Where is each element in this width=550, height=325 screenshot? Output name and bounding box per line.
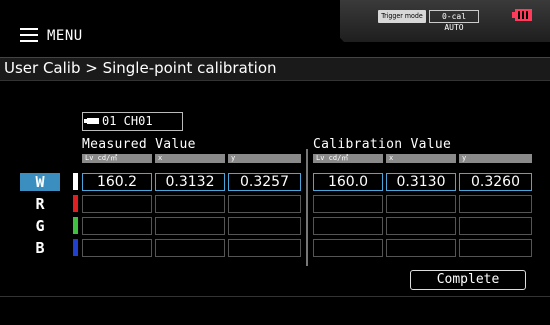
measured-col-y: y	[228, 154, 301, 163]
measured-x-r[interactable]	[155, 195, 225, 213]
battery-icon	[512, 9, 532, 21]
calibration-col-x: x	[386, 154, 456, 163]
measured-lv-b[interactable]	[82, 239, 152, 257]
measured-col-x: x	[155, 154, 225, 163]
measured-x-g[interactable]	[155, 217, 225, 235]
calibration-y-r[interactable]	[459, 195, 532, 213]
calibration-x-g[interactable]	[386, 217, 456, 235]
measured-lv-w[interactable]: 160.2	[82, 173, 152, 191]
measured-y-w[interactable]: 0.3257	[228, 173, 301, 191]
swatch-red	[73, 195, 78, 212]
section-divider	[306, 149, 308, 266]
calibration-col-lv: Lv cd/㎡	[313, 154, 383, 163]
trigger-mode-badge: Trigger mode	[378, 10, 426, 23]
calibration-y-g[interactable]	[459, 217, 532, 235]
calibration-x-r[interactable]	[386, 195, 456, 213]
probe-icon	[84, 118, 99, 124]
measured-y-g[interactable]	[228, 217, 301, 235]
measured-x-b[interactable]	[155, 239, 225, 257]
measured-lv-r[interactable]	[82, 195, 152, 213]
complete-button[interactable]: Complete	[410, 270, 526, 290]
breadcrumb-text: User Calib > Single-point calibration	[4, 59, 277, 77]
bottom-divider	[0, 296, 550, 297]
calibration-lv-g[interactable]	[313, 217, 383, 235]
calibration-y-b[interactable]	[459, 239, 532, 257]
swatch-blue	[73, 239, 78, 256]
swatch-white	[73, 173, 78, 190]
zero-cal-badge: 0-cal AUTO	[429, 10, 479, 32]
row-label-g: G	[35, 217, 45, 235]
breadcrumb: User Calib > Single-point calibration	[0, 57, 550, 81]
measured-x-w[interactable]: 0.3132	[155, 173, 225, 191]
measured-col-lv: Lv cd/㎡	[82, 154, 152, 163]
calibration-x-w[interactable]: 0.3130	[386, 173, 456, 191]
calibration-lv-b[interactable]	[313, 239, 383, 257]
calibration-y-w[interactable]: 0.3260	[459, 173, 532, 191]
row-label-b: B	[35, 239, 45, 257]
menu-label[interactable]: MENU	[47, 28, 83, 44]
calibration-value-title: Calibration Value	[313, 137, 452, 152]
calibration-lv-w[interactable]: 160.0	[313, 173, 383, 191]
calibration-lv-r[interactable]	[313, 195, 383, 213]
probe-channel-selector[interactable]: 01 CH01	[82, 112, 183, 131]
measured-value-title: Measured Value	[82, 137, 196, 152]
calibration-x-b[interactable]	[386, 239, 456, 257]
row-label-r: R	[35, 195, 45, 213]
probe-channel-label: 01 CH01	[102, 114, 153, 128]
measured-lv-g[interactable]	[82, 217, 152, 235]
calibration-col-y: y	[459, 154, 532, 163]
menu-icon[interactable]	[20, 28, 38, 42]
swatch-green	[73, 217, 78, 234]
measured-y-b[interactable]	[228, 239, 301, 257]
row-label-w: W	[20, 173, 60, 191]
measured-y-r[interactable]	[228, 195, 301, 213]
